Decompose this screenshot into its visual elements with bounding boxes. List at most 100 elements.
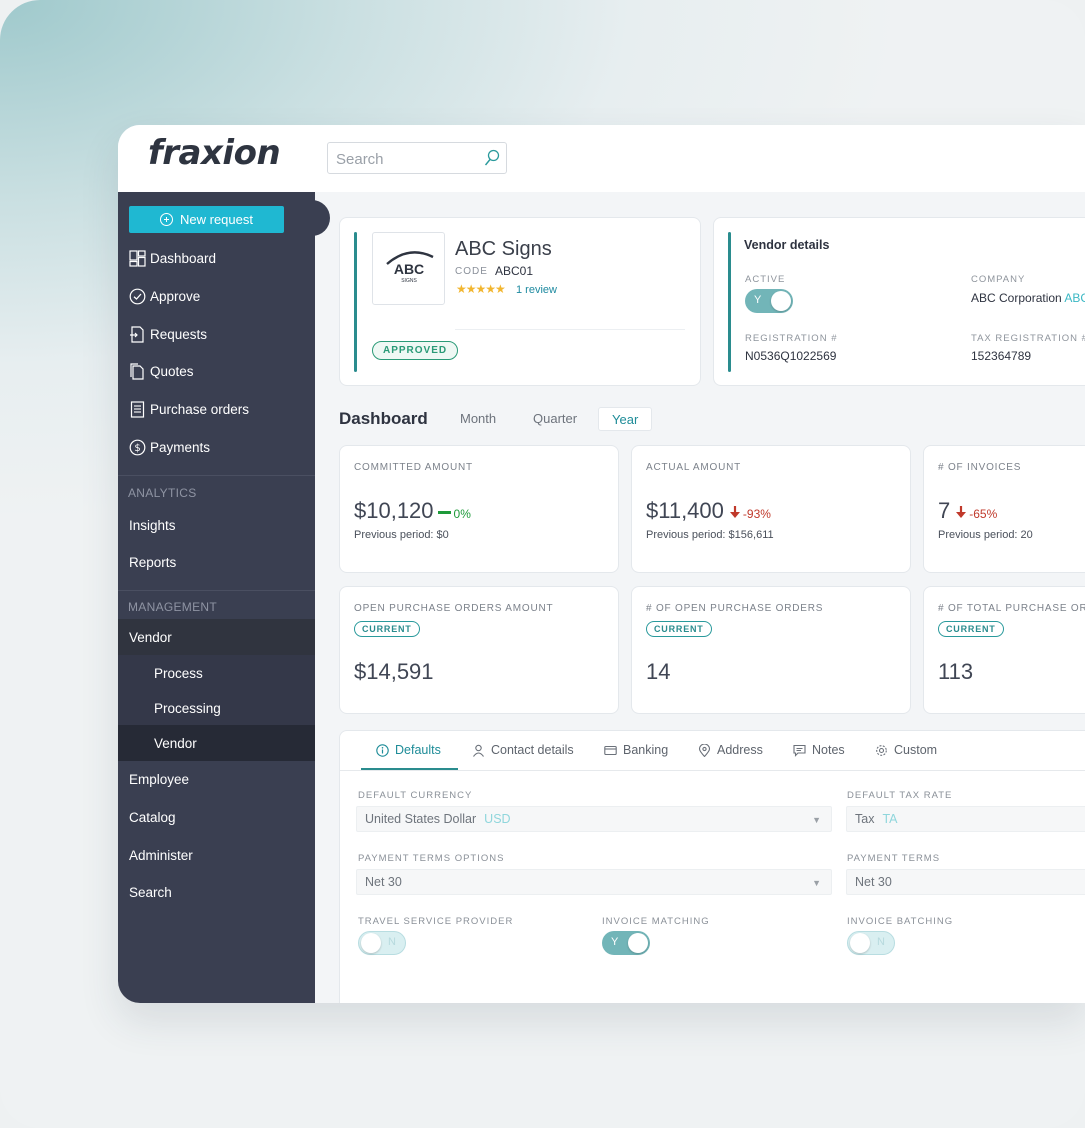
svg-text:$: $	[134, 443, 140, 454]
vendor-tabs-panel: Defaults Contact details Banking Address…	[339, 730, 1085, 1003]
accent-bar	[728, 232, 731, 372]
current-badge: CURRENT	[354, 621, 420, 637]
sidebar-subitem-vendor[interactable]: Vendor	[118, 725, 315, 761]
sidebar-subitem-processing[interactable]: Processing	[118, 690, 315, 726]
kpi-open-po-count: # OF OPEN PURCHASE ORDERS CURRENT 14	[631, 586, 911, 714]
quotes-doc-icon	[128, 362, 146, 380]
tab-label: Notes	[812, 743, 845, 757]
toggle-value: N	[388, 936, 396, 948]
tax-registration-value: 152364789	[971, 349, 1032, 363]
new-request-button[interactable]: New request	[129, 206, 284, 233]
tab-banking[interactable]: Banking	[604, 743, 668, 757]
tax-registration-label: TAX REGISTRATION #	[971, 333, 1085, 344]
sidebar-label: Payments	[150, 439, 211, 455]
kpi-open-po-amount: OPEN PURCHASE ORDERS AMOUNT CURRENT $14,…	[339, 586, 619, 714]
registration-value: N0536Q1022569	[745, 349, 837, 363]
search-input[interactable]: Search	[327, 142, 507, 174]
payment-terms-options-label: PAYMENT TERMS OPTIONS	[358, 853, 505, 864]
registration-label: REGISTRATION #	[745, 333, 838, 344]
kpi-value: $11,400 -93%	[646, 498, 771, 524]
sidebar-divider	[118, 475, 315, 476]
current-badge: CURRENT	[938, 621, 1004, 637]
kpi-value: 14	[646, 659, 671, 684]
tab-label: Banking	[623, 743, 669, 757]
kpi-delta: 0%	[453, 507, 471, 521]
dashboard-icon	[128, 249, 146, 267]
kpi-label: # OF TOTAL PURCHASE ORDERS	[938, 603, 1085, 614]
sidebar-item-search[interactable]: Search	[118, 874, 315, 910]
tab-label: Defaults	[395, 743, 441, 757]
payment-terms-options-select[interactable]: Net 30 ▼	[356, 869, 832, 895]
kpi-value: 7 -65%	[938, 498, 997, 524]
toggle-value: Y	[754, 294, 762, 306]
range-tab-quarter[interactable]: Quarter	[520, 407, 590, 431]
sidebar-label: Dashboard	[150, 250, 217, 266]
invoice-matching-label: INVOICE MATCHING	[602, 916, 710, 927]
vendor-name: ABC Signs	[455, 238, 552, 260]
tab-custom[interactable]: Custom	[875, 743, 937, 757]
sidebar-label: Requests	[150, 326, 208, 342]
active-label: ACTIVE	[745, 274, 786, 285]
active-toggle[interactable]: Y	[745, 289, 793, 313]
kpi-label: OPEN PURCHASE ORDERS AMOUNT	[354, 603, 554, 614]
kpi-number: $10,120	[354, 498, 434, 523]
default-currency-select[interactable]: United States Dollar USD ▼	[356, 806, 832, 832]
sidebar-label: Approve	[150, 288, 201, 304]
request-doc-icon	[128, 325, 146, 343]
dashboard-title: Dashboard	[339, 409, 428, 428]
analytics-section-label: ANALYTICS	[128, 486, 197, 500]
sidebar-item-quotes[interactable]: Quotes	[118, 354, 315, 388]
sidebar-item-payments[interactable]: $ Payments	[118, 430, 315, 464]
chevron-down-icon: ▼	[812, 878, 821, 888]
sidebar-item-vendor-group[interactable]: Vendor	[118, 619, 315, 655]
new-request-label: New request	[180, 212, 253, 227]
range-tab-month[interactable]: Month	[447, 407, 509, 431]
status-badge: APPROVED	[372, 341, 459, 360]
company-name: ABC Corporation	[971, 291, 1062, 305]
vendor-logo-text: ABC	[394, 261, 424, 277]
invoice-batching-toggle[interactable]: N	[847, 931, 895, 955]
vendor-code-label: CODE	[455, 266, 488, 277]
tab-defaults[interactable]: Defaults	[376, 743, 441, 757]
reviews-link[interactable]: 1 review	[516, 284, 557, 296]
sidebar-item-administer[interactable]: Administer	[118, 837, 315, 873]
sidebar-label: Quotes	[150, 363, 194, 379]
default-tax-rate-label: DEFAULT TAX RATE	[847, 790, 953, 801]
kpi-label: ACTUAL AMOUNT	[646, 462, 742, 473]
current-badge: CURRENT	[646, 621, 712, 637]
invoice-matching-toggle[interactable]: Y	[602, 931, 650, 955]
select-value: United States Dollar	[365, 812, 477, 826]
sidebar-item-purchase-orders[interactable]: Purchase orders	[118, 392, 315, 426]
sidebar-item-reports[interactable]: Reports	[118, 544, 315, 580]
payment-terms-select[interactable]: Net 30	[846, 869, 1085, 895]
travel-service-provider-toggle[interactable]: N	[358, 931, 406, 955]
toggle-knob	[628, 933, 648, 953]
tab-address[interactable]: Address	[698, 743, 763, 757]
range-tab-year[interactable]: Year	[598, 407, 653, 431]
toggle-knob	[361, 933, 381, 953]
kpi-invoices: # OF INVOICES 7 -65% Previous period: 20	[923, 445, 1085, 573]
sidebar-subitem-process[interactable]: Process	[118, 655, 315, 691]
search-icon[interactable]	[484, 149, 500, 167]
sidebar-item-dashboard[interactable]: Dashboard	[118, 241, 315, 275]
sidebar-item-requests[interactable]: Requests	[118, 317, 315, 351]
fraxion-logo[interactable]: fraxion	[148, 133, 281, 173]
tab-contact-details[interactable]: Contact details	[472, 743, 574, 757]
rating-stars: ★★★★★	[456, 282, 506, 296]
kpi-delta: -93%	[742, 507, 771, 521]
kpi-value: $10,120 0%	[354, 498, 471, 524]
tab-notes[interactable]: Notes	[793, 743, 845, 757]
sidebar-item-employee[interactable]: Employee	[118, 761, 315, 797]
sidebar-item-catalog[interactable]: Catalog	[118, 799, 315, 835]
sidebar: New request Dashboard Approve Requests Q…	[118, 192, 330, 1003]
sidebar-collapse-handle[interactable]	[308, 200, 330, 236]
card-icon	[604, 745, 617, 755]
select-value: Net 30	[855, 875, 892, 889]
default-tax-rate-select[interactable]: Tax TA	[846, 806, 1085, 832]
top-bar: fraxion Search	[118, 125, 1085, 192]
arrow-down-icon	[729, 506, 740, 519]
sidebar-item-insights[interactable]: Insights	[118, 507, 315, 543]
kpi-label: # OF INVOICES	[938, 462, 1022, 473]
sidebar-item-approve[interactable]: Approve	[118, 279, 315, 313]
company-value: ABC Corporation ABC	[971, 291, 1085, 305]
